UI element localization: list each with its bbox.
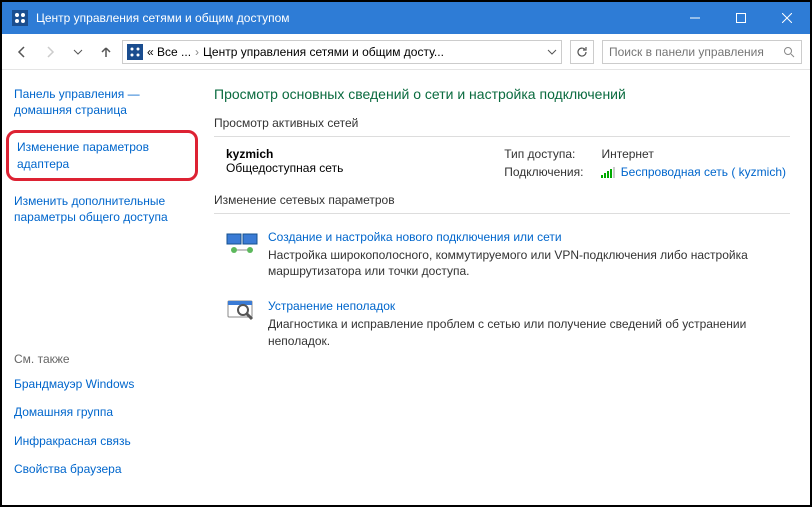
back-button[interactable] [10, 40, 34, 64]
wifi-signal-icon [601, 167, 615, 178]
content-area: Панель управления — домашняя страница Из… [2, 70, 810, 505]
window-title: Центр управления сетями и общим доступом [36, 11, 672, 25]
minimize-button[interactable] [672, 2, 718, 34]
network-details: Тип доступа: Интернет Подключения: Беспр… [504, 147, 786, 179]
access-type-value: Интернет [601, 147, 786, 161]
close-button[interactable] [764, 2, 810, 34]
sidebar-link-irda[interactable]: Инфракрасная связь [14, 433, 190, 449]
section-change-settings: Изменение сетевых параметров [214, 193, 790, 207]
option-new-connection-desc: Настройка широкополосного, коммутируемог… [268, 247, 786, 279]
option-troubleshoot-desc: Диагностика и исправление проблем с сеть… [268, 316, 786, 348]
recent-dropdown[interactable] [66, 40, 90, 64]
divider [214, 136, 790, 137]
breadcrumb[interactable]: « Все ... › Центр управления сетями и об… [122, 40, 562, 64]
search-icon [783, 46, 795, 58]
network-name: kyzmich [226, 147, 504, 161]
navbar: « Все ... › Центр управления сетями и об… [2, 34, 810, 70]
connection-name: Беспроводная сеть ( kyzmich) [621, 165, 786, 179]
sidebar-link-adapter-settings[interactable]: Изменение параметров адаптера [6, 130, 198, 180]
divider [214, 213, 790, 214]
window-controls [672, 2, 810, 34]
option-troubleshoot-link[interactable]: Устранение неполадок [268, 299, 786, 313]
sidebar: Панель управления — домашняя страница Из… [2, 70, 202, 505]
refresh-button[interactable] [570, 40, 594, 64]
sidebar-link-firewall[interactable]: Брандмауэр Windows [14, 376, 190, 392]
page-title: Просмотр основных сведений о сети и наст… [214, 86, 790, 102]
network-setup-icon [226, 230, 258, 254]
breadcrumb-dropdown[interactable] [547, 47, 557, 57]
up-button[interactable] [94, 40, 118, 64]
troubleshoot-icon [226, 299, 258, 323]
connection-link[interactable]: Беспроводная сеть ( kyzmich) [601, 165, 786, 179]
sidebar-link-homegroup[interactable]: Домашняя группа [14, 404, 190, 420]
network-profile: Общедоступная сеть [226, 161, 504, 175]
sidebar-link-sharing-settings[interactable]: Изменить дополнительные параметры общего… [14, 193, 190, 225]
sidebar-spacer [14, 237, 190, 352]
chevron-right-icon: › [195, 45, 199, 59]
search-input[interactable] [609, 45, 777, 59]
option-troubleshoot: Устранение неполадок Диагностика и испра… [214, 293, 790, 362]
forward-button[interactable] [38, 40, 62, 64]
titlebar: Центр управления сетями и общим доступом [2, 2, 810, 34]
breadcrumb-icon [127, 44, 143, 60]
main-panel: Просмотр основных сведений о сети и наст… [202, 70, 810, 505]
search-box[interactable] [602, 40, 802, 64]
breadcrumb-seg-1[interactable]: « Все ... [147, 45, 191, 59]
sidebar-heading-seealso: См. также [14, 352, 190, 366]
sidebar-link-internet-options[interactable]: Свойства браузера [14, 461, 190, 477]
option-new-connection: Создание и настройка нового подключения … [214, 224, 790, 293]
active-network-row: kyzmich Общедоступная сеть Тип доступа: … [214, 147, 790, 193]
section-active-networks: Просмотр активных сетей [214, 116, 790, 130]
network-identity: kyzmich Общедоступная сеть [226, 147, 504, 179]
connections-label: Подключения: [504, 165, 583, 179]
option-new-connection-link[interactable]: Создание и настройка нового подключения … [268, 230, 786, 244]
breadcrumb-seg-2[interactable]: Центр управления сетями и общим досту... [203, 45, 444, 59]
app-icon [12, 10, 28, 26]
maximize-button[interactable] [718, 2, 764, 34]
sidebar-link-home[interactable]: Панель управления — домашняя страница [14, 86, 190, 118]
access-type-label: Тип доступа: [504, 147, 583, 161]
